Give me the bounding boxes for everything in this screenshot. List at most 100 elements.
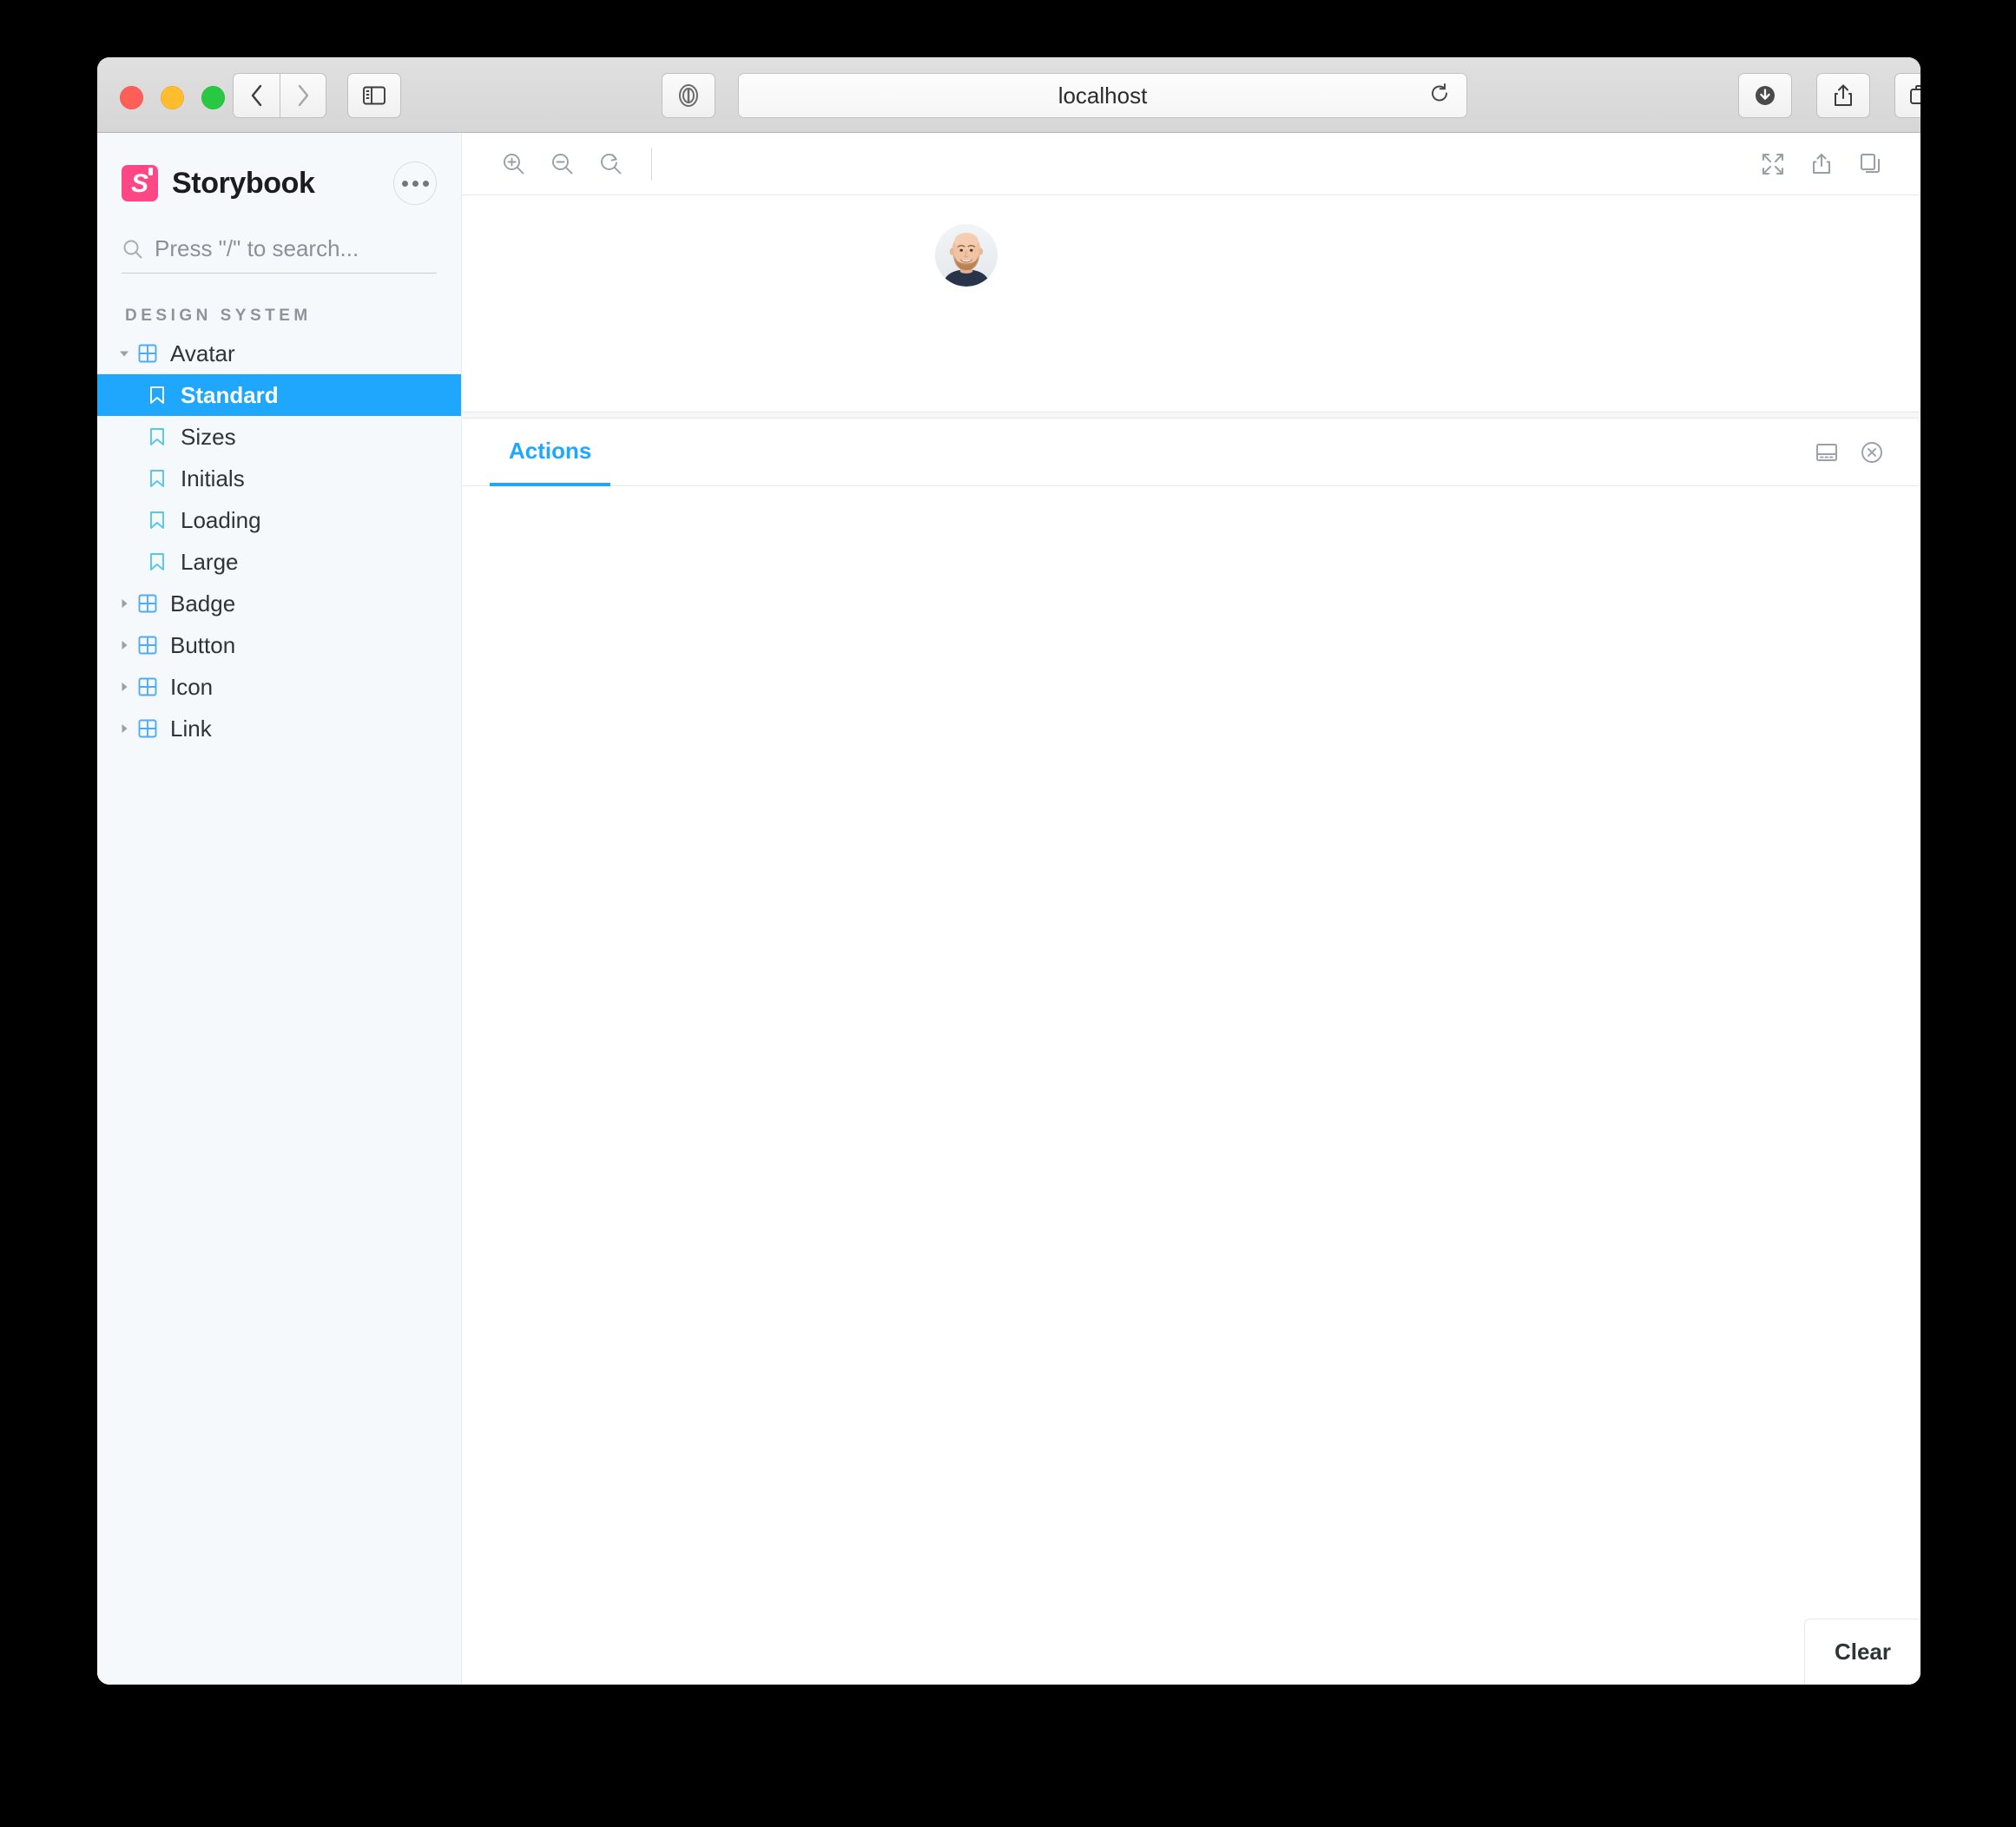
search-icon — [123, 240, 142, 258]
sidebar-item-standard[interactable]: Standard — [97, 374, 461, 416]
maximize-window-button[interactable] — [201, 86, 225, 109]
chevron-right-icon — [122, 641, 128, 650]
avatar — [935, 224, 998, 287]
component-grid-icon — [138, 677, 157, 696]
downloads-button[interactable] — [1738, 73, 1792, 118]
component-grid-icon — [138, 344, 157, 363]
menu-dot — [412, 180, 418, 187]
sidebar-item-avatar[interactable]: Avatar — [97, 333, 461, 374]
sidebar-item-label: Icon — [170, 673, 214, 700]
actions-log: Clear — [462, 486, 1920, 1685]
minimize-window-button[interactable] — [161, 86, 184, 109]
zoom-out-button[interactable] — [538, 142, 587, 187]
browser-titlebar: localhost — [97, 57, 1920, 133]
addon-panel: Actions Clear — [462, 418, 1920, 1685]
menu-dot — [422, 180, 429, 187]
story-icon — [148, 426, 177, 447]
toolbar-divider — [651, 147, 652, 181]
sidebar-item-link[interactable]: Link — [97, 708, 461, 749]
zoom-out-icon — [552, 153, 573, 174]
page-content: S Storybook Press "/" to search... DESIG… — [97, 133, 1920, 1685]
sidebar-item-sizes[interactable]: Sizes — [97, 416, 461, 458]
component-grid-icon — [138, 636, 157, 655]
forward-icon — [298, 84, 309, 107]
zoom-reset-icon — [601, 153, 622, 174]
share-button[interactable] — [1816, 73, 1870, 118]
expand-toggle[interactable] — [118, 639, 137, 651]
sidebar-item-label: Standard — [181, 381, 279, 408]
address-bar[interactable]: localhost — [738, 73, 1467, 118]
tab-overview-icon — [1910, 85, 1920, 104]
zoom-in-button[interactable] — [490, 142, 538, 187]
sidebar-header: S Storybook — [97, 133, 461, 208]
main-area: Actions Clear — [462, 133, 1920, 1685]
zoom-reset-button[interactable] — [587, 142, 636, 187]
canvas-toolbar — [462, 133, 1920, 195]
share-icon — [1813, 153, 1830, 174]
sidebar-item-badge[interactable]: Badge — [97, 583, 461, 624]
forward-button[interactable] — [280, 73, 326, 118]
expand-toggle[interactable] — [118, 347, 137, 359]
expand-toggle[interactable] — [118, 722, 137, 735]
component-grid-icon — [138, 594, 157, 613]
close-window-button[interactable] — [120, 86, 143, 109]
sidebar-item-label: Sizes — [181, 423, 236, 450]
panel-position-button[interactable] — [1804, 430, 1849, 475]
open-in-new-tab-button[interactable] — [1797, 142, 1846, 187]
sidebar-item-button[interactable]: Button — [97, 624, 461, 666]
avatar-photo — [935, 224, 998, 287]
component-icon — [137, 343, 167, 364]
panel-position-icon — [1816, 443, 1837, 461]
component-icon — [137, 635, 167, 656]
component-icon — [137, 676, 167, 697]
fullscreen-button[interactable] — [1749, 142, 1797, 187]
search-input[interactable]: Press "/" to search... — [122, 235, 437, 274]
address-bar-url: localhost — [1057, 82, 1148, 109]
sidebar-item-label: Avatar — [170, 340, 235, 366]
reader-mode-button[interactable] — [662, 73, 715, 118]
sidebar-menu-button[interactable] — [393, 162, 437, 205]
menu-dot — [401, 180, 408, 187]
back-button[interactable] — [233, 73, 280, 118]
tab-actions[interactable]: Actions — [490, 419, 611, 486]
close-panel-button[interactable] — [1849, 430, 1894, 475]
story-icon — [148, 385, 177, 406]
expand-toggle[interactable] — [118, 681, 137, 693]
sidebar-item-label: Badge — [170, 590, 236, 617]
sidebar-item-loading[interactable]: Loading — [97, 499, 461, 541]
sidebar-item-label: Loading — [181, 506, 261, 533]
addon-panel-tabs: Actions — [462, 419, 1920, 486]
story-bookmark-icon — [150, 553, 164, 571]
browser-window: localhost S Storybook Press "/" to searc… — [97, 57, 1920, 1685]
chevron-right-icon — [122, 724, 128, 733]
expand-icon — [1762, 153, 1783, 175]
tab-overview-button[interactable] — [1894, 73, 1920, 118]
downloads-icon — [1756, 86, 1775, 105]
share-icon — [1835, 84, 1852, 106]
reader-icon — [679, 84, 698, 107]
chevron-right-icon — [122, 683, 128, 691]
sidebar-item-label: Initials — [181, 465, 245, 491]
storybook-logo-icon: S — [122, 165, 158, 201]
story-bookmark-icon — [150, 470, 164, 487]
story-icon — [148, 551, 177, 572]
sidebar-item-large[interactable]: Large — [97, 541, 461, 583]
close-circle-icon — [1861, 441, 1882, 463]
story-icon — [148, 510, 177, 531]
sidebar-item-initials[interactable]: Initials — [97, 458, 461, 499]
component-icon — [137, 593, 167, 614]
copy-canvas-button[interactable] — [1846, 142, 1894, 187]
storybook-logo-letter: S — [130, 168, 148, 198]
expand-toggle[interactable] — [118, 597, 137, 610]
search-placeholder: Press "/" to search... — [155, 235, 359, 261]
sidebar-toggle-button[interactable] — [347, 73, 401, 118]
chevron-down-icon — [120, 351, 128, 357]
copy-icon — [1861, 153, 1880, 173]
story-bookmark-icon — [150, 428, 164, 445]
chevron-right-icon — [122, 599, 128, 608]
clear-button[interactable]: Clear — [1803, 1619, 1920, 1685]
sidebar-item-icon[interactable]: Icon — [97, 666, 461, 708]
sidebar-item-label: Large — [181, 548, 239, 575]
sidebar-tree: Avatar Standard Sizes Initials Loading Large B… — [97, 333, 461, 749]
reload-button[interactable] — [1428, 82, 1451, 109]
